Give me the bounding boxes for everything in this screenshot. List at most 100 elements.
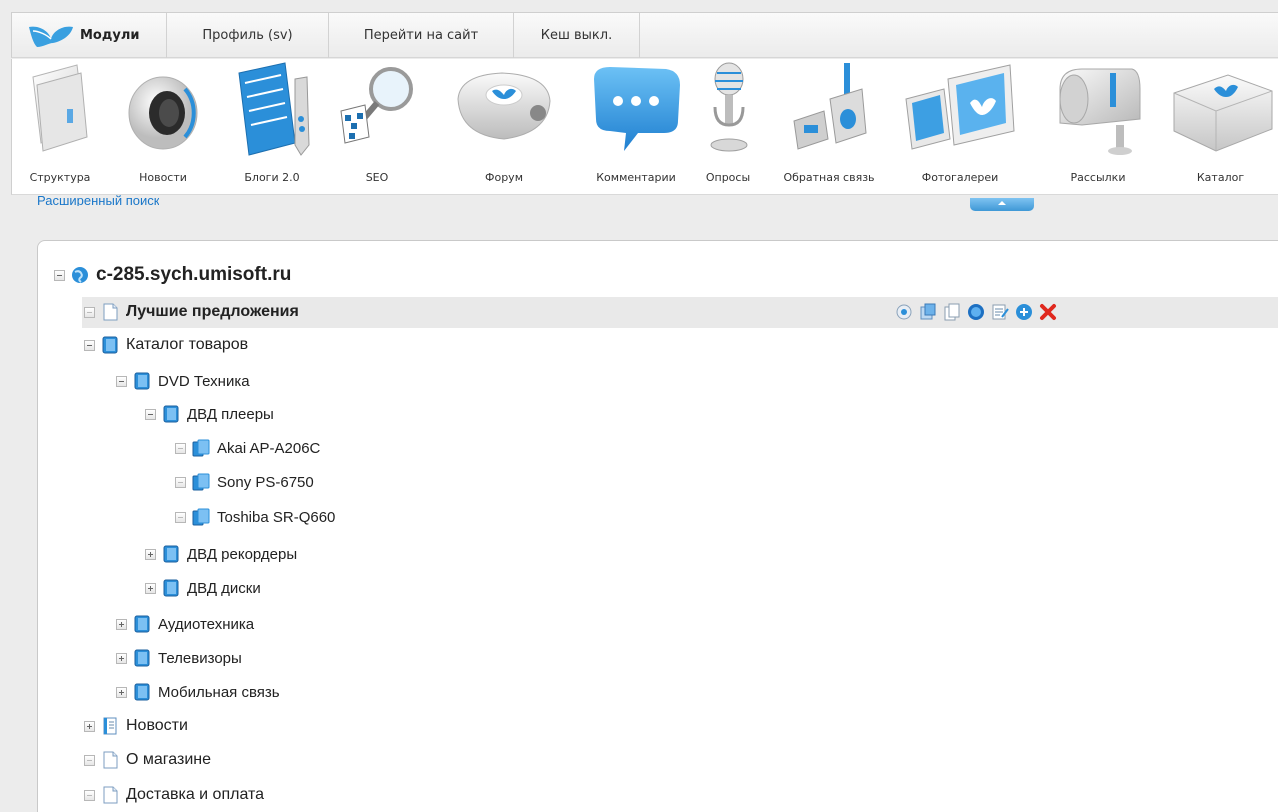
tree-item: Лучшие предложения xyxy=(84,297,299,327)
module-photo-galleries[interactable]: Фотогалереи xyxy=(900,59,1020,195)
module-seo[interactable]: SEO xyxy=(332,59,422,195)
row-actions xyxy=(895,303,1057,321)
advanced-search-link[interactable]: Расширенный поиск xyxy=(37,190,159,206)
module-structure[interactable]: Структура xyxy=(8,59,112,195)
collapse-toggle[interactable] xyxy=(54,269,65,281)
tree-item: Akai AP-A206C xyxy=(175,433,320,463)
blogs-notebook-icon xyxy=(238,62,310,156)
module-label: SEO xyxy=(365,171,389,184)
edit-icon[interactable] xyxy=(919,303,937,321)
feedback-phone-icon xyxy=(793,63,867,150)
tree-item: DVD Техника xyxy=(116,366,250,396)
collapse-toggle[interactable] xyxy=(175,476,186,488)
polls-microphone-icon xyxy=(710,62,748,152)
module-comments[interactable]: Комментарии xyxy=(580,59,692,195)
tree-item: Toshiba SR-Q660 xyxy=(175,502,335,532)
tree-item-label[interactable]: Мобильная связь xyxy=(158,684,280,701)
tree-item: ДВД рекордеры xyxy=(145,539,297,569)
module-label: Новости xyxy=(139,171,187,184)
news-speaker-icon xyxy=(128,76,198,150)
tree-item: Мобильная связь xyxy=(116,677,280,707)
catalog-icon xyxy=(163,405,179,423)
globe-icon xyxy=(72,267,88,283)
mailbox-icon xyxy=(1059,68,1141,155)
collapse-toggle[interactable] xyxy=(175,511,186,523)
collapse-toggle[interactable] xyxy=(175,442,186,454)
forum-projector-icon xyxy=(457,72,551,140)
tab-cache[interactable]: Кеш выкл. xyxy=(514,13,640,58)
catalog-icon xyxy=(134,615,150,633)
tree-item-label[interactable]: Аудиотехника xyxy=(158,616,254,633)
page-icon xyxy=(103,786,118,804)
tree-item: Телевизоры xyxy=(116,643,242,673)
collapse-toggle[interactable] xyxy=(84,306,95,318)
tab-go-to-site[interactable]: Перейти на сайт xyxy=(329,13,514,58)
module-feedback[interactable]: Обратная связь xyxy=(774,59,884,195)
tree-item-label[interactable]: Новости xyxy=(126,717,188,735)
module-mailings[interactable]: Рассылки xyxy=(1048,59,1148,195)
module-forum[interactable]: Форум xyxy=(444,59,564,195)
expand-toggle[interactable] xyxy=(145,548,156,560)
module-label: Блоги 2.0 xyxy=(244,171,300,184)
tree-root-label[interactable]: c-285.sych.umisoft.ru xyxy=(96,264,291,286)
delete-icon[interactable] xyxy=(1039,303,1057,321)
module-label: Фотогалереи xyxy=(921,171,999,184)
tab-profile[interactable]: Профиль (sv) xyxy=(167,13,329,58)
tree-item: О магазине xyxy=(84,745,211,775)
copy-icon[interactable] xyxy=(943,303,961,321)
top-menu: Модули Профиль (sv) Перейти на сайт Кеш … xyxy=(11,12,1278,58)
module-label: Структура xyxy=(29,171,91,184)
module-label: Каталог xyxy=(1196,171,1245,184)
collapse-toggle[interactable] xyxy=(84,754,95,766)
collapse-toggle[interactable] xyxy=(84,789,95,801)
tab-modules[interactable]: Модули xyxy=(12,13,167,58)
activity-icon[interactable] xyxy=(967,303,985,321)
expand-toggle[interactable] xyxy=(84,720,95,732)
module-blogs[interactable]: Блоги 2.0 xyxy=(217,59,327,195)
tree-item-label[interactable]: Каталог товаров xyxy=(126,336,248,354)
tree-item-label[interactable]: Лучшие предложения xyxy=(126,303,299,321)
module-polls[interactable]: Опросы xyxy=(698,59,758,195)
tree-item-label[interactable]: Доставка и оплата xyxy=(126,786,264,804)
module-catalog[interactable]: Каталог xyxy=(1162,59,1278,195)
page-icon xyxy=(103,303,118,321)
comments-bubble-icon xyxy=(594,67,680,151)
expand-toggle[interactable] xyxy=(116,652,127,664)
tree-item-label[interactable]: Akai AP-A206C xyxy=(217,440,320,457)
module-label: Обратная связь xyxy=(783,171,875,184)
collapse-toggle[interactable] xyxy=(145,408,156,420)
collapse-toggle[interactable] xyxy=(84,339,95,351)
catalog-icon xyxy=(134,683,150,701)
modules-strip: Структура Новости Блоги 2.0 SEO Форум Ко… xyxy=(11,59,1278,195)
tree-item-label[interactable]: DVD Техника xyxy=(158,373,250,390)
tree-item-label[interactable]: ДВД диски xyxy=(187,580,261,597)
collapse-toggle-button[interactable] xyxy=(970,198,1034,211)
product-icon xyxy=(192,439,210,457)
tree-item-label[interactable]: О магазине xyxy=(126,751,211,769)
module-news[interactable]: Новости xyxy=(117,59,209,195)
tree-item-label[interactable]: Toshiba SR-Q660 xyxy=(217,509,335,526)
tree-item-label[interactable]: Телевизоры xyxy=(158,650,242,667)
tree-item-label[interactable]: ДВД рекордеры xyxy=(187,546,297,563)
expand-toggle[interactable] xyxy=(116,618,127,630)
tab-modules-label: Модули xyxy=(80,28,140,43)
module-label: Комментарии xyxy=(596,171,676,184)
product-icon xyxy=(192,473,210,491)
collapse-toggle[interactable] xyxy=(116,375,127,387)
catalog-icon xyxy=(102,336,118,354)
tree-item: ДВД диски xyxy=(145,573,261,603)
tree-item: ДВД плееры xyxy=(145,399,274,429)
tree-item-label[interactable]: Sony PS-6750 xyxy=(217,474,314,491)
view-icon[interactable] xyxy=(895,303,913,321)
catalog-icon xyxy=(163,545,179,563)
product-icon xyxy=(192,508,210,526)
page-icon xyxy=(103,751,118,769)
tree-item-label[interactable]: ДВД плееры xyxy=(187,406,274,423)
tree-item: Доставка и оплата xyxy=(84,780,264,810)
module-label: Рассылки xyxy=(1070,171,1126,184)
properties-icon[interactable] xyxy=(991,303,1009,321)
news-page-icon xyxy=(103,717,117,735)
add-icon[interactable] xyxy=(1015,303,1033,321)
expand-toggle[interactable] xyxy=(116,686,127,698)
expand-toggle[interactable] xyxy=(145,582,156,594)
